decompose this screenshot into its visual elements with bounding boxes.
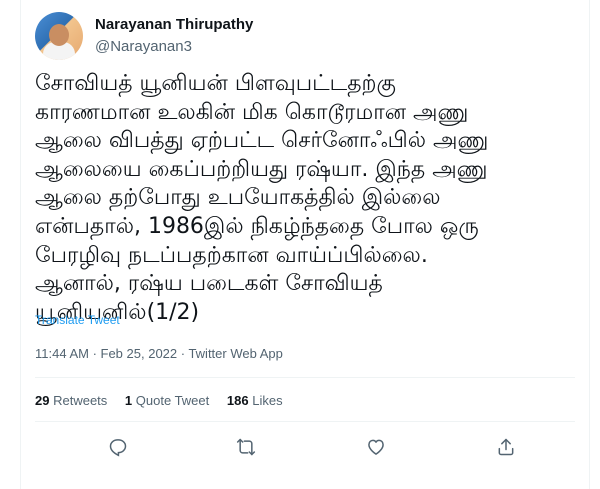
quotes-label: Quote Tweet (135, 393, 210, 408)
heart-icon (366, 437, 386, 457)
likes-label: Likes (252, 393, 283, 408)
author-handle[interactable]: @Narayanan3 (95, 38, 192, 55)
tweet-actions (35, 432, 575, 462)
share-button[interactable] (491, 432, 521, 462)
tweet-line: ஆலை தற்போது உபயோகத்தில் இல்லை (35, 185, 441, 211)
translate-tweet-link[interactable]: Translate Tweet (35, 313, 120, 327)
divider (35, 377, 575, 378)
reply-icon (108, 437, 128, 457)
tweet-stats: 29 Retweets 1 Quote Tweet 186 Likes (35, 393, 297, 408)
likes-count: 186 (226, 393, 249, 408)
share-icon (496, 437, 516, 457)
retweet-button[interactable] (231, 432, 261, 462)
like-button[interactable] (361, 432, 391, 462)
tweet-line: என்பதால், 1986இல் நிகழ்ந்ததை போல ஒரு (35, 213, 479, 239)
avatar[interactable] (35, 12, 83, 60)
tweet-header: Narayanan Thirupathy @Narayanan3 (35, 12, 575, 62)
avatar-face (49, 24, 69, 46)
tweet-line: காரணமான உலகின் மிக கொடூரமான அணு (35, 99, 469, 125)
tweet-line: ஆலை விபத்து ஏற்பட்ட செர்னோஃபில் அணு (35, 128, 489, 154)
divider (35, 421, 575, 422)
author-name[interactable]: Narayanan Thirupathy (95, 16, 253, 33)
retweets-count: 29 (35, 393, 50, 408)
likes-stat[interactable]: 186 Likes (227, 393, 283, 408)
tweet-line: சோவியத் யூனியன் பிளவுபட்டதற்கு (35, 71, 396, 96)
retweets-label: Retweets (53, 393, 108, 408)
quotes-stat[interactable]: 1 Quote Tweet (125, 393, 209, 408)
quotes-count: 1 (124, 393, 133, 408)
tweet-line: ஆலையை கைப்பற்றியது ரஷ்யா. இந்த அணு (35, 156, 488, 182)
tweet-card: Narayanan Thirupathy @Narayanan3 சோவியத்… (20, 0, 590, 489)
tweet-text: சோவியத் யூனியன் பிளவுபட்டதற்கு காரணமான உ… (35, 70, 580, 327)
tweet-line: ஆனால், ரஷ்ய படைகள் சோவியத் (35, 271, 383, 297)
tweet-timestamp[interactable]: 11:44 AM · Feb 25, 2022 · Twitter Web Ap… (35, 346, 283, 361)
retweets-stat[interactable]: 29 Retweets (35, 393, 107, 408)
reply-button[interactable] (103, 432, 133, 462)
tweet-line: பேரழிவு நடப்பதற்கான வாய்ப்பில்லை. (35, 242, 428, 268)
retweet-icon (236, 437, 256, 457)
